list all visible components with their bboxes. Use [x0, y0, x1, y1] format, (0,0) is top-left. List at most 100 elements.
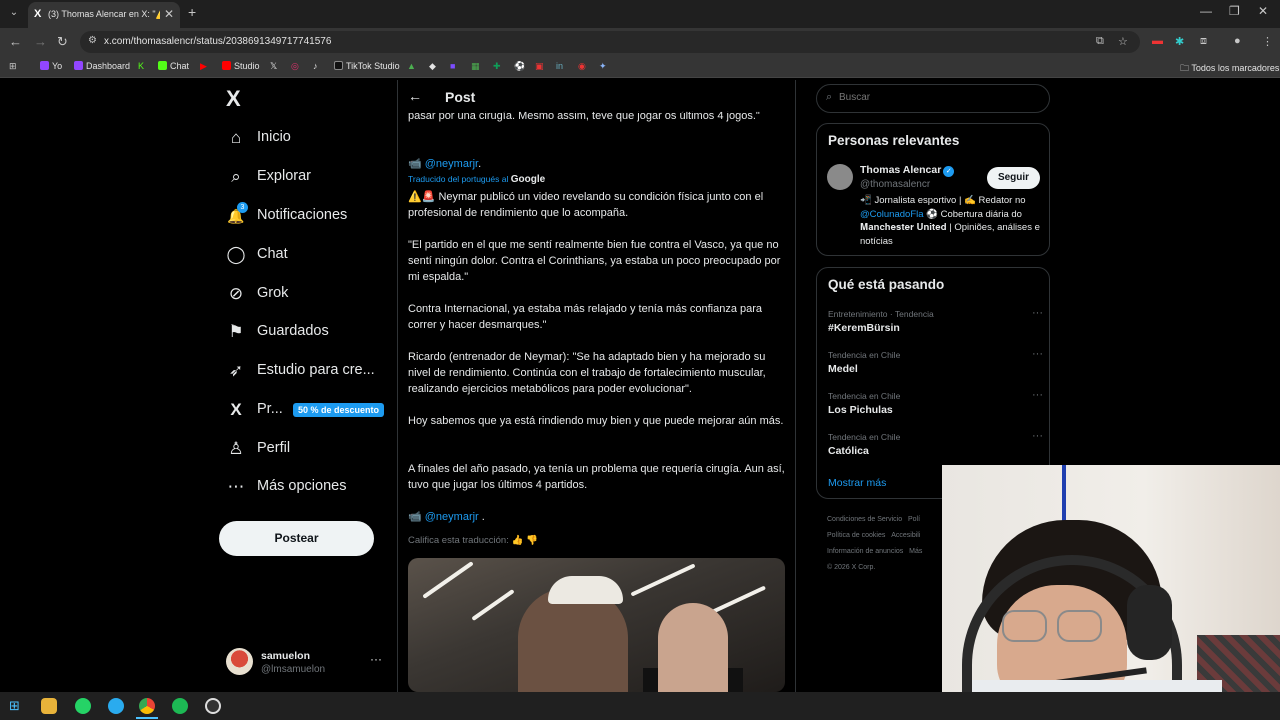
ceiling-light	[471, 589, 515, 621]
bookmark-yo[interactable]: Yo	[40, 61, 62, 71]
back-arrow-icon[interactable]: ←	[408, 88, 422, 104]
plus-bm-icon[interactable]: ✚	[493, 61, 501, 72]
tab-search-icon[interactable]: ⌄	[6, 5, 22, 21]
profile-avatar-icon[interactable]: ●	[1234, 35, 1241, 47]
install-icon[interactable]: ⧉	[1096, 35, 1104, 48]
ball-bm-icon[interactable]: ⚽	[514, 61, 525, 72]
tab-close-icon[interactable]: ✕	[164, 7, 174, 21]
restore-icon[interactable]: ❐	[1229, 4, 1240, 18]
mention-link[interactable]: @neymarjr	[425, 158, 478, 170]
extension-translate-icon[interactable]: ✱	[1175, 35, 1184, 48]
x-logo-icon[interactable]: X	[226, 86, 241, 112]
more-dots-icon[interactable]: ···	[1032, 389, 1043, 401]
post-video-thumbnail[interactable]	[408, 558, 785, 692]
drive-icon[interactable]: ▲	[407, 61, 416, 71]
more-dots-icon[interactable]: ···	[1032, 307, 1043, 319]
site-info-icon[interactable]: ⚙	[88, 35, 97, 46]
mention-link[interactable]: @neymarjr	[425, 511, 479, 523]
gemini-icon[interactable]: ✦	[599, 61, 607, 72]
address-bar[interactable]: ⚙ x.com/thomasalencr/status/203869134971…	[80, 31, 1140, 53]
footer-link[interactable]: Condiciones de Servicio	[827, 516, 902, 523]
folder-icon: 🗀	[1180, 63, 1192, 73]
all-bookmarks[interactable]: 🗀 Todos los marcadores	[1180, 61, 1279, 77]
obs-icon[interactable]	[205, 698, 221, 714]
more-dots-icon[interactable]: ···	[1032, 348, 1043, 360]
app-bm-icon[interactable]: ■	[450, 61, 455, 71]
trend-item[interactable]: Tendencia en Chile Católica ···	[828, 430, 1043, 457]
tiktok-icon[interactable]: ♪	[313, 61, 318, 71]
whatsapp-icon[interactable]	[75, 698, 91, 714]
bookmark-red-icon[interactable]: ▣	[535, 61, 544, 72]
card-title: Personas relevantes	[828, 133, 960, 148]
bookmark-dashboard[interactable]: Dashboard	[74, 61, 130, 71]
new-tab-icon[interactable]: +	[188, 4, 196, 20]
relevant-people-card: Personas relevantes Thomas Alencar ✓ @tho…	[816, 123, 1050, 256]
chrome-menu-icon[interactable]: ⋮	[1262, 35, 1273, 48]
google-logo: Google	[510, 174, 546, 185]
thumbs-icon[interactable]: 👍 👎	[512, 535, 538, 546]
reload-icon[interactable]: ↻	[57, 34, 68, 50]
file-explorer-icon[interactable]	[41, 698, 57, 714]
sheets-icon[interactable]: ▦	[471, 61, 480, 72]
webcam-overlay	[942, 465, 1280, 692]
bookmark-chat[interactable]: Chat	[158, 61, 189, 71]
spotify-icon[interactable]	[172, 698, 188, 714]
extension-bm-icon[interactable]: ◆	[429, 61, 436, 72]
record-icon[interactable]: ◉	[578, 61, 586, 72]
more-dots-icon[interactable]: ···	[1032, 430, 1043, 442]
post-paragraph: Ricardo (entrenador de Neymar): "Se ha a…	[408, 351, 766, 395]
bookmark-icon: ⚑	[228, 322, 244, 341]
webcam-shirt	[972, 680, 1222, 692]
footer-link[interactable]: Más	[909, 548, 922, 555]
footer-link[interactable]: Accesibili	[891, 532, 920, 539]
person-name[interactable]: Thomas Alencar ✓	[860, 164, 955, 177]
chrome-icon[interactable]	[139, 698, 155, 714]
x-page: X ⌂ Inicio ⌕ Explorar 🔔 3 Notificaciones…	[0, 80, 1280, 692]
search-box[interactable]: ⌕	[816, 84, 1050, 113]
footer-link[interactable]: Polí	[908, 516, 920, 523]
youtube-icon[interactable]: ▶	[200, 61, 207, 72]
webcam-earcup	[1127, 585, 1172, 660]
search-icon: ⌕	[826, 91, 833, 103]
video-person	[658, 603, 728, 692]
footer-link[interactable]: Información de anuncios	[827, 548, 903, 555]
back-icon[interactable]: ←	[9, 34, 22, 49]
avatar[interactable]	[827, 164, 853, 190]
close-window-icon[interactable]: ✕	[1258, 4, 1268, 18]
search-input[interactable]	[839, 92, 1039, 103]
kick-icon[interactable]: K	[138, 61, 144, 71]
grok-icon: ⊘	[228, 284, 244, 303]
video-camera-icon: 📹	[408, 511, 425, 523]
linkedin-icon[interactable]: in	[556, 61, 563, 71]
footer-link[interactable]: Política de cookies	[827, 532, 885, 539]
forward-icon[interactable]: →	[34, 34, 47, 49]
trend-item[interactable]: Tendencia en Chile Los Pichulas ···	[828, 389, 1043, 416]
discount-badge: 50 % de descuento	[293, 403, 385, 417]
post-button[interactable]: Postear	[219, 521, 374, 556]
more-circle-icon: ⋯	[227, 477, 245, 496]
trend-item[interactable]: Tendencia en Chile Medel ···	[828, 348, 1043, 375]
extensions-puzzle-icon[interactable]: ⧈	[1200, 35, 1207, 48]
url-text[interactable]: x.com/thomasalencr/status/20386913497177…	[104, 36, 331, 47]
browser-tab-bar: ⌄ X (3) Thomas Alencar en X: "⚠️🚨 ... ✕ …	[0, 0, 1280, 28]
bookmark-tiktok-studio[interactable]: TikTok Studio	[334, 61, 400, 71]
show-more-link[interactable]: Mostrar más	[828, 477, 886, 489]
minimize-icon[interactable]: —	[1200, 4, 1212, 18]
account-switcher[interactable]: samuelon @lmsamuelon ···	[226, 648, 386, 678]
telegram-icon[interactable]	[108, 698, 124, 714]
follow-button[interactable]: Seguir	[987, 167, 1040, 189]
more-dots-icon[interactable]: ···	[370, 652, 382, 666]
post-paragraph: "El partido en el que me sentí realmente…	[408, 239, 781, 283]
chat-bubble-icon: ◯	[226, 245, 246, 264]
x-favicon-icon: X	[34, 8, 42, 20]
instagram-icon[interactable]: ◎	[291, 61, 299, 72]
browser-tab[interactable]: X (3) Thomas Alencar en X: "⚠️🚨 ... ✕	[28, 2, 180, 28]
bookmark-studio[interactable]: Studio	[222, 61, 260, 71]
apps-grid-icon[interactable]: ⊞	[9, 61, 17, 72]
windows-start-icon[interactable]: ⊞	[9, 698, 25, 714]
bio-mention-link[interactable]: @ColunadoFla	[860, 209, 924, 220]
extension-red-icon[interactable]: ▬	[1152, 35, 1163, 47]
x-bookmark-icon[interactable]: 𝕏	[270, 61, 277, 72]
bookmark-star-icon[interactable]: ☆	[1118, 35, 1128, 48]
trend-item[interactable]: Entretenimiento · Tendencia #KeremBürsin…	[828, 307, 1043, 334]
